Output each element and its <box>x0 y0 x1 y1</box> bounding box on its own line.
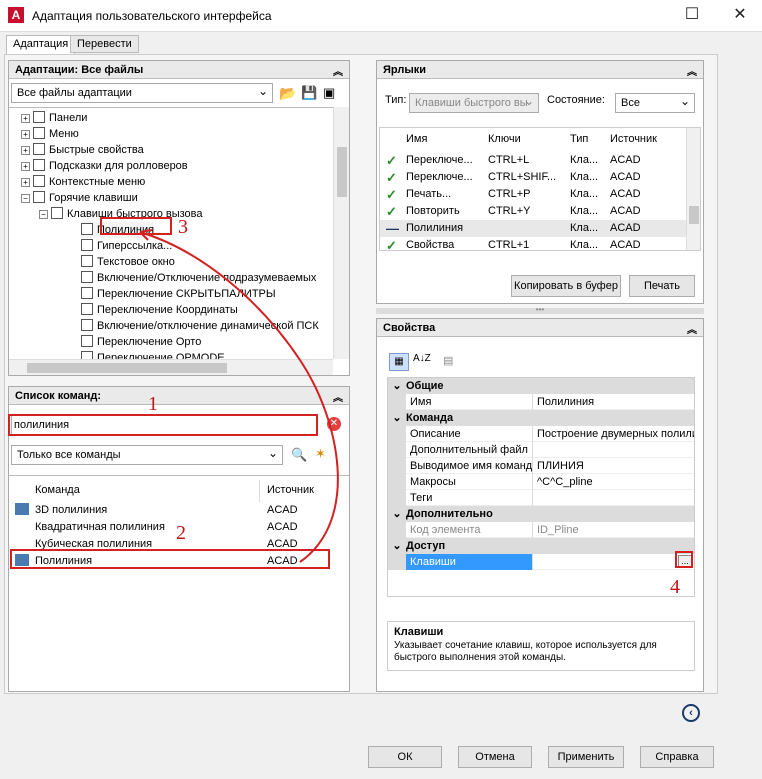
drag-arrow <box>139 229 339 563</box>
drag-arrow-path <box>139 231 339 563</box>
